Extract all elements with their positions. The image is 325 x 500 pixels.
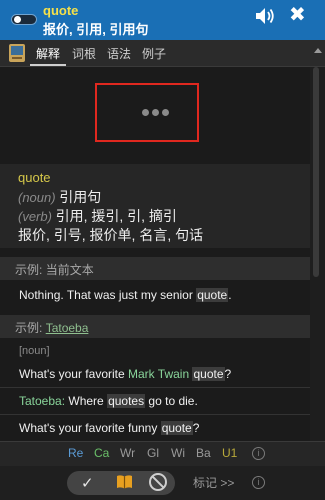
source-u1[interactable]: U1 xyxy=(222,446,237,460)
tab-bar: 解释 词根 语法 例子 xyxy=(0,40,325,67)
highlight-word: quote xyxy=(192,367,225,381)
scrollbar-thumb[interactable] xyxy=(313,67,319,277)
bottom-toolbar: ✓ 标记 >> i xyxy=(0,466,325,500)
source-bar: Re Ca Wr Gl Wi Ba U1 i xyxy=(0,441,325,466)
example-label: 示例: xyxy=(15,263,43,277)
definition-word: quote xyxy=(18,170,51,185)
tab-root[interactable]: 词根 xyxy=(72,45,96,62)
verb-meaning: 引用, 援引, 引, 摘引 xyxy=(55,208,177,224)
info-icon[interactable]: i xyxy=(252,476,265,489)
book-icon[interactable] xyxy=(116,474,133,490)
tab-grammar[interactable]: 语法 xyxy=(107,45,131,62)
divider xyxy=(0,387,310,388)
tab-examples[interactable]: 例子 xyxy=(142,45,166,62)
speaker-icon[interactable] xyxy=(255,7,275,25)
source-gl[interactable]: Gl xyxy=(147,446,159,460)
highlight-word: quote xyxy=(160,421,193,435)
example-label: 示例: xyxy=(15,321,43,335)
verb-pos: (verb) xyxy=(18,209,52,224)
other-meaning: 报价, 引号, 报价单, 名言, 句话 xyxy=(18,227,204,243)
check-button[interactable]: ✓ xyxy=(81,474,94,492)
source-wi[interactable]: Wi xyxy=(171,446,185,460)
ban-icon[interactable] xyxy=(149,473,167,491)
loading-indicator xyxy=(95,83,199,142)
example-current-header: 示例: 当前文本 xyxy=(0,257,310,280)
info-icon[interactable]: i xyxy=(252,447,265,460)
title-bar: quote 报价, 引用, 引用句 ✖ xyxy=(0,0,325,40)
dictionary-icon[interactable] xyxy=(8,43,26,63)
verb-line: (verb) 引用, 援引, 引, 摘引 xyxy=(18,206,177,226)
source-wr[interactable]: Wr xyxy=(120,446,135,460)
content-panel: quote (noun) 引用句 (verb) 引用, 援引, 引, 摘引 报价… xyxy=(0,67,310,441)
active-tab-indicator xyxy=(30,64,66,66)
toggle-icon[interactable] xyxy=(11,14,37,25)
mark-button[interactable]: 标记 >> xyxy=(193,474,234,491)
noun-meaning: 引用句 xyxy=(59,189,102,205)
header-word: quote xyxy=(43,3,79,18)
pos-tag: [noun] xyxy=(19,345,50,357)
header-meaning: 报价, 引用, 引用句 xyxy=(43,22,149,37)
definition-block: quote (noun) 引用句 (verb) 引用, 援引, 引, 摘引 报价… xyxy=(0,164,310,248)
tab-explain[interactable]: 解释 xyxy=(36,45,60,62)
example-source: 当前文本 xyxy=(45,263,94,277)
source-ca[interactable]: Ca xyxy=(94,446,109,460)
example-tatoeba-header: 示例: Tatoeba xyxy=(0,315,310,338)
scroll-up-icon[interactable] xyxy=(314,48,322,53)
tatoeba-link[interactable]: Tatoeba xyxy=(46,321,89,335)
noun-pos: (noun) xyxy=(18,190,56,205)
divider xyxy=(0,414,310,415)
source-ba[interactable]: Ba xyxy=(196,446,211,460)
highlight-word: quote xyxy=(196,288,229,302)
noun-line: (noun) 引用句 xyxy=(18,187,101,207)
close-button[interactable]: ✖ xyxy=(289,5,306,25)
loading-dots-icon xyxy=(142,108,172,119)
source-re[interactable]: Re xyxy=(68,446,83,460)
other-line: 报价, 引号, 报价单, 名言, 句话 xyxy=(18,225,203,245)
highlight-word: quotes xyxy=(107,394,146,408)
